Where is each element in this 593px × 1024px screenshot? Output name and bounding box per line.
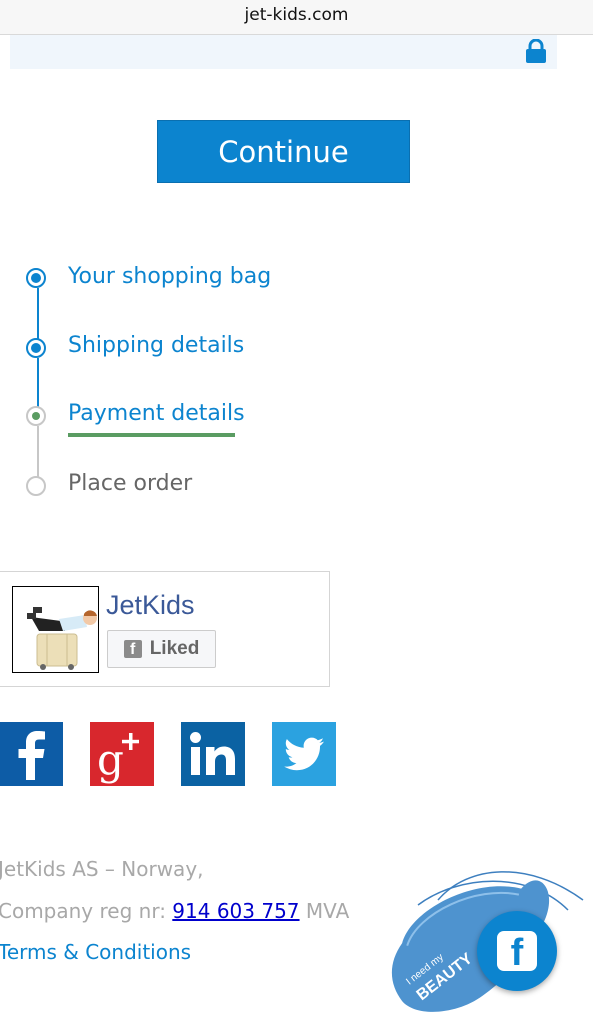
secure-payment-field[interactable]	[10, 35, 557, 69]
svg-text:g: g	[97, 735, 124, 784]
lock-icon	[526, 39, 546, 63]
step-indicator-pending	[26, 476, 46, 496]
step-indicator-completed	[26, 338, 46, 358]
url-text: jet-kids.com	[244, 5, 349, 25]
browser-url-bar[interactable]: jet-kids.com	[0, 0, 593, 35]
google-plus-icon[interactable]: g	[90, 722, 154, 786]
liked-label: Liked	[149, 638, 200, 659]
company-reg-number-link[interactable]: 914 603 757	[172, 899, 299, 923]
terms-conditions-link[interactable]: Terms & Conditions	[0, 940, 191, 964]
step-indicator-completed	[26, 268, 46, 288]
linkedin-icon[interactable]	[181, 722, 245, 786]
boy-on-suitcase-image	[13, 587, 98, 672]
company-reg-suffix: MVA	[305, 899, 350, 923]
step-payment-details: Payment details	[68, 401, 245, 426]
company-reg-line: Company reg nr: 914 603 757 MVA	[0, 899, 349, 923]
continue-button[interactable]: Continue	[157, 120, 410, 183]
facebook-f-icon: f	[497, 931, 537, 971]
facebook-page-widget: JetKids f Liked	[0, 571, 330, 687]
step-place-order: Place order	[68, 471, 193, 496]
company-name: JetKids AS – Norway,	[0, 857, 204, 881]
company-reg-prefix: Company reg nr:	[0, 899, 166, 923]
checkout-progress: Your shopping bag Shipping details Payme…	[0, 250, 400, 520]
twitter-icon[interactable]	[272, 722, 336, 786]
liked-button[interactable]: f Liked	[107, 630, 216, 668]
step-indicator-current	[26, 406, 46, 426]
facebook-floating-button[interactable]: f	[477, 911, 557, 991]
current-step-underline	[68, 433, 235, 437]
step-your-shopping-bag[interactable]: Your shopping bag	[68, 264, 271, 289]
page-name[interactable]: JetKids	[106, 590, 195, 621]
facebook-f-icon: f	[123, 640, 142, 658]
facebook-icon[interactable]	[0, 722, 63, 786]
step-shipping-details[interactable]: Shipping details	[68, 333, 244, 358]
page-avatar[interactable]	[12, 586, 99, 673]
